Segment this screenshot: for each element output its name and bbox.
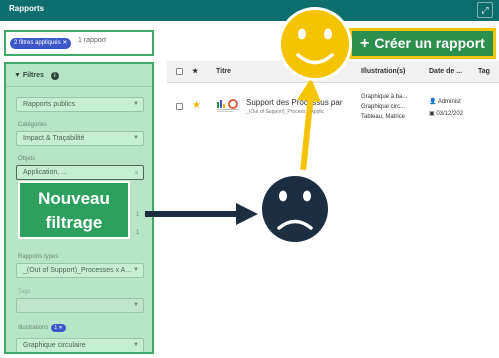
annotation-overlay [145,7,352,242]
right-arrow-icon [145,203,258,225]
happy-face-icon [278,7,352,81]
up-arrow-icon [297,78,321,171]
sad-face-icon [262,176,328,242]
